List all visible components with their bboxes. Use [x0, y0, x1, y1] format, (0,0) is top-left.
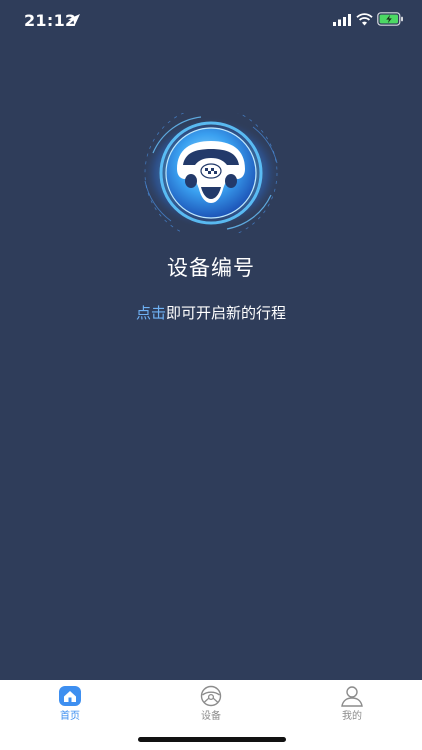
tab-mine[interactable]: 我的: [282, 680, 422, 724]
tap-to-start-link[interactable]: 点击: [136, 304, 166, 322]
app-screen: 21:12 设备编号 点击即可开启新的行程 首页 设备 我的: [0, 0, 422, 750]
start-trip-hint-text: 即可开启新的行程: [166, 304, 287, 322]
home-icon: [59, 686, 81, 706]
tab-device-label: 设备: [201, 711, 221, 722]
tab-device[interactable]: 设备: [141, 680, 281, 724]
device-number-title: 设备编号: [167, 256, 255, 280]
wifi-icon: [356, 13, 373, 26]
tab-home-label: 首页: [60, 711, 80, 722]
status-bar: 21:12: [0, 0, 422, 40]
location-arrow-icon: [68, 14, 80, 26]
tab-home[interactable]: 首页: [0, 680, 140, 724]
battery-charging-icon: [377, 12, 403, 26]
steering-wheel-icon: [200, 685, 222, 707]
steering-wheel-taxi-icon: [141, 113, 281, 233]
home-indicator: [138, 737, 286, 742]
tab-mine-label: 我的: [342, 711, 362, 722]
user-icon: [341, 686, 363, 707]
cellular-signal-icon: [333, 14, 351, 26]
start-trip-hint: 点击即可开启新的行程: [0, 302, 422, 323]
